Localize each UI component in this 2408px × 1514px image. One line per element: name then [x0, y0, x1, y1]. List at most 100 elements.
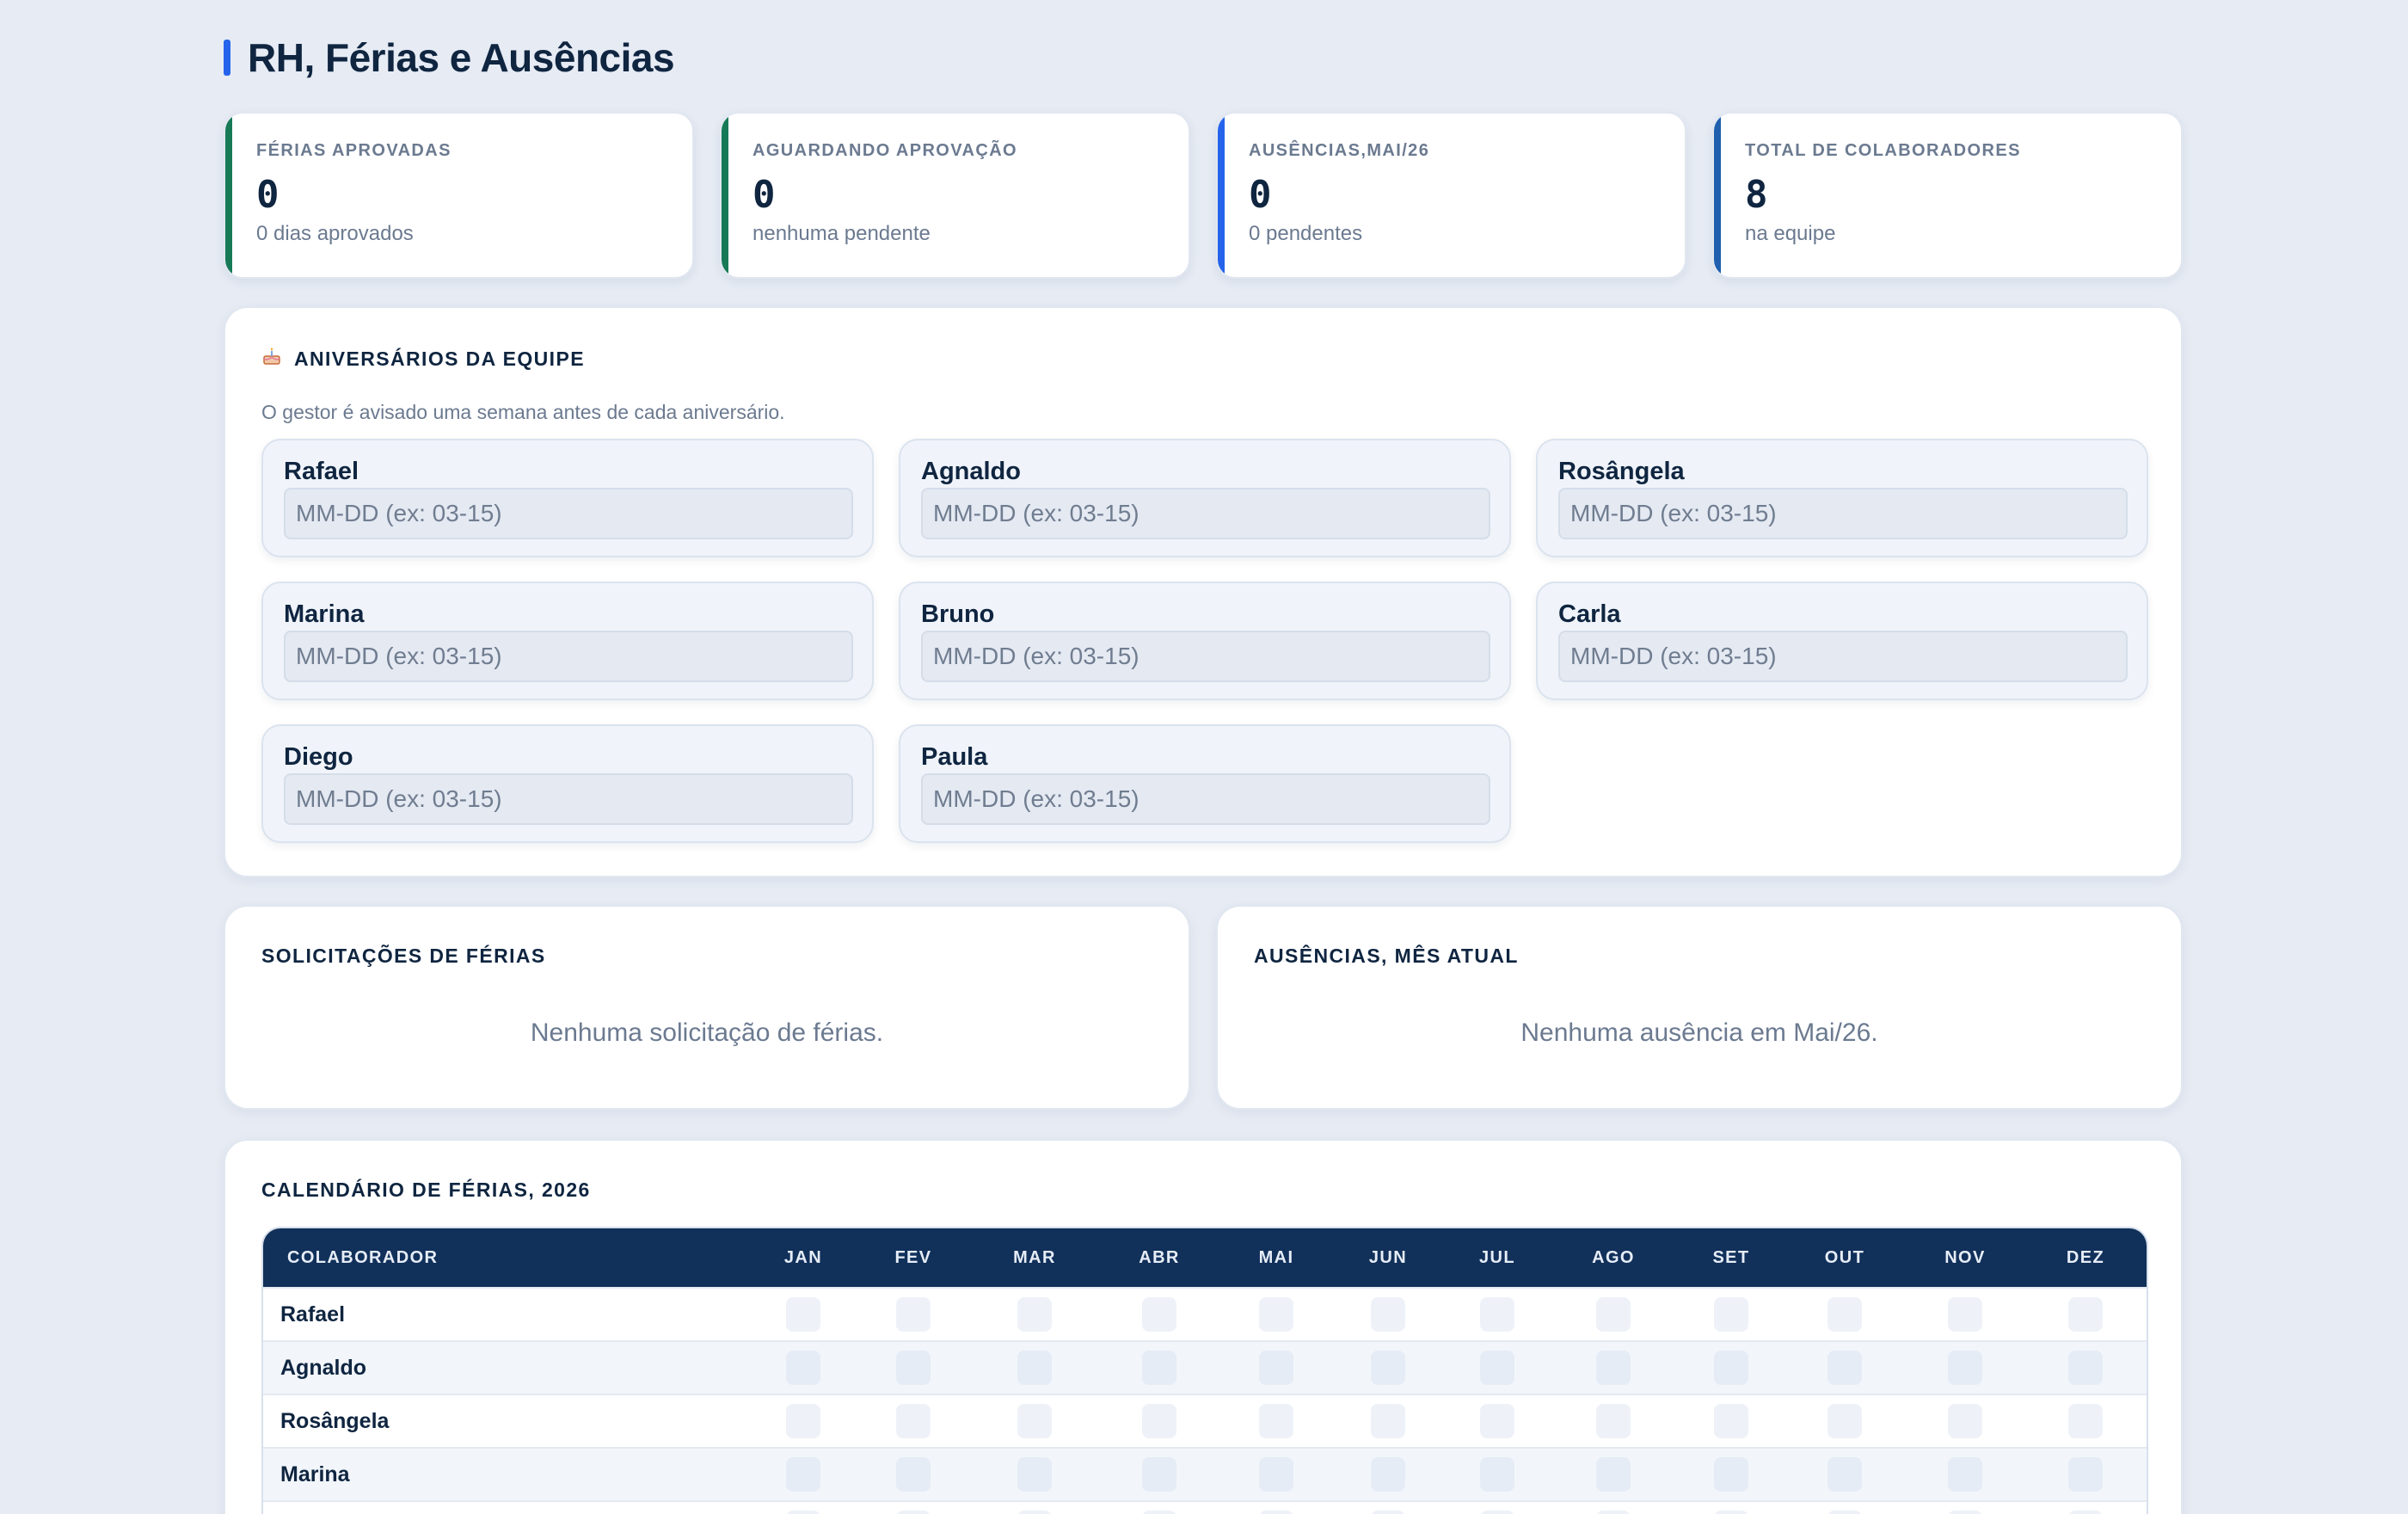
calendar-month-cell[interactable] [2068, 1511, 2103, 1514]
calendar-month-cell[interactable] [1596, 1457, 1631, 1492]
calendar-month-cell[interactable] [786, 1297, 820, 1332]
calendar-month-cell[interactable] [1714, 1404, 1748, 1438]
calendar-month-cell[interactable] [1596, 1297, 1631, 1332]
stat-subtext: 0 dias aprovados [256, 222, 414, 245]
calendar-month-cell[interactable] [1596, 1511, 1631, 1514]
stat-subtext: nenhuma pendente [752, 222, 931, 245]
calendar-month-cell[interactable] [1371, 1511, 1405, 1514]
calendar-cell-wrap [1218, 1457, 1335, 1492]
calendar-month-cell[interactable] [1142, 1404, 1176, 1438]
calendar-month-cell[interactable] [1017, 1297, 1052, 1332]
stat-card-total-employees: TOTAL DE COLABORADORES 8 na equipe [1712, 112, 2183, 279]
calendar-month-cell[interactable] [1828, 1404, 1862, 1438]
calendar-month-cell[interactable] [1142, 1297, 1176, 1332]
calendar-month-cell[interactable] [1371, 1457, 1405, 1492]
calendar-month-cell[interactable] [1017, 1404, 1052, 1438]
calendar-month-cell[interactable] [1714, 1297, 1748, 1332]
stat-accent [722, 114, 728, 277]
calendar-month-cell[interactable] [1017, 1457, 1052, 1492]
calendar-month-cell[interactable] [2068, 1351, 2103, 1385]
birthday-date-input[interactable] [1558, 631, 2128, 682]
calendar-month-cell[interactable] [1714, 1457, 1748, 1492]
calendar-month-cell[interactable] [1714, 1511, 1748, 1514]
calendar-month-cell[interactable] [1596, 1351, 1631, 1385]
birthday-date-input[interactable] [1558, 488, 2128, 539]
stat-accent [225, 114, 232, 277]
calendar-month-cell[interactable] [1142, 1511, 1176, 1514]
calendar-month-cell[interactable] [2068, 1404, 2103, 1438]
calendar-month-cell[interactable] [1371, 1404, 1405, 1438]
calendar-month-cell[interactable] [2068, 1297, 2103, 1332]
birthday-date-input[interactable] [921, 773, 1490, 825]
calendar-month-cell[interactable] [896, 1297, 931, 1332]
calendar-month-cell[interactable] [896, 1351, 931, 1385]
calendar-month-cell[interactable] [1371, 1297, 1405, 1332]
calendar-month-cell[interactable] [1259, 1457, 1293, 1492]
calendar-month-cell[interactable] [1828, 1511, 1862, 1514]
calendar-month-cell[interactable] [1142, 1457, 1176, 1492]
vacation-requests-title: SOLICITAÇÕES DE FÉRIAS [261, 945, 546, 967]
calendar-month-cell[interactable] [2068, 1457, 2103, 1492]
calendar-month-cell[interactable] [1480, 1297, 1514, 1332]
calendar-month-cell[interactable] [1259, 1511, 1293, 1514]
calendar-cell-wrap [1674, 1297, 1789, 1332]
stat-accent [1714, 114, 1721, 277]
birthday-date-input[interactable] [921, 488, 1490, 539]
stat-label: AUSÊNCIAS,MAI/26 [1249, 141, 1430, 160]
calendar-month-cell[interactable] [1948, 1404, 1982, 1438]
calendar-month-cell[interactable] [1948, 1511, 1982, 1514]
calendar-month-cell[interactable] [896, 1457, 931, 1492]
stat-label: AGUARDANDO APROVAÇÃO [752, 141, 1017, 160]
calendar-cell-wrap [1674, 1511, 1789, 1514]
birthday-date-input[interactable] [284, 488, 853, 539]
calendar-cell-wrap [1901, 1351, 2030, 1385]
calendar-month-cell[interactable] [1828, 1457, 1862, 1492]
calendar-month-cell[interactable] [786, 1351, 820, 1385]
stat-value: 8 [1745, 173, 1768, 217]
birthday-date-input[interactable] [284, 773, 853, 825]
calendar-month-cell[interactable] [786, 1457, 820, 1492]
stat-value: 0 [1249, 173, 1272, 217]
calendar-cell-wrap [858, 1351, 968, 1385]
calendar-cell-wrap [1101, 1511, 1218, 1514]
birthdays-title: ANIVERSÁRIOS DA EQUIPE [294, 347, 585, 370]
birthday-card-diego: Diego [261, 724, 874, 843]
stat-subtext: 0 pendentes [1249, 222, 1363, 245]
calendar-month-cell[interactable] [1017, 1351, 1052, 1385]
calendar-month-cell[interactable] [1948, 1351, 1982, 1385]
calendar-month-cell[interactable] [1480, 1351, 1514, 1385]
calendar-month-cell[interactable] [1714, 1351, 1748, 1385]
calendar-cell-wrap [1789, 1511, 1901, 1514]
calendar-month-cell[interactable] [1371, 1351, 1405, 1385]
birthday-date-input[interactable] [921, 631, 1490, 682]
calendar-month-cell[interactable] [1480, 1511, 1514, 1514]
calendar-month-cell[interactable] [1259, 1351, 1293, 1385]
calendar-month-cell[interactable] [1480, 1404, 1514, 1438]
calendar-month-cell[interactable] [1948, 1457, 1982, 1492]
calendar-cell-wrap [1441, 1351, 1553, 1385]
calendar-month-cell[interactable] [786, 1404, 820, 1438]
calendar-month-cell[interactable] [896, 1404, 931, 1438]
calendar-month-cell[interactable] [1948, 1297, 1982, 1332]
calendar-cell-wrap [1789, 1351, 1901, 1385]
birthday-date-input[interactable] [284, 631, 853, 682]
stat-accent [1218, 114, 1225, 277]
calendar-month-cell[interactable] [1259, 1297, 1293, 1332]
person-name: Agnaldo [921, 458, 1021, 485]
calendar-cell-wrap [1335, 1297, 1441, 1332]
calendar-month-cell[interactable] [1828, 1297, 1862, 1332]
calendar-cell-wrap [2030, 1457, 2141, 1492]
calendar-month-cell[interactable] [1480, 1457, 1514, 1492]
calendar-cell-wrap [1553, 1457, 1674, 1492]
calendar-cell-wrap [968, 1457, 1101, 1492]
calendar-cell-wrap [1553, 1511, 1674, 1514]
calendar-month-cell[interactable] [1828, 1351, 1862, 1385]
calendar-month-cell[interactable] [786, 1511, 820, 1514]
calendar-month-cell[interactable] [896, 1511, 931, 1514]
calendar-month-cell[interactable] [1596, 1404, 1631, 1438]
calendar-month-cell[interactable] [1259, 1404, 1293, 1438]
calendar-row: Marina [263, 1447, 2147, 1500]
calendar-month-cell[interactable] [1017, 1511, 1052, 1514]
calendar-cell-wrap [2030, 1351, 2141, 1385]
calendar-month-cell[interactable] [1142, 1351, 1176, 1385]
